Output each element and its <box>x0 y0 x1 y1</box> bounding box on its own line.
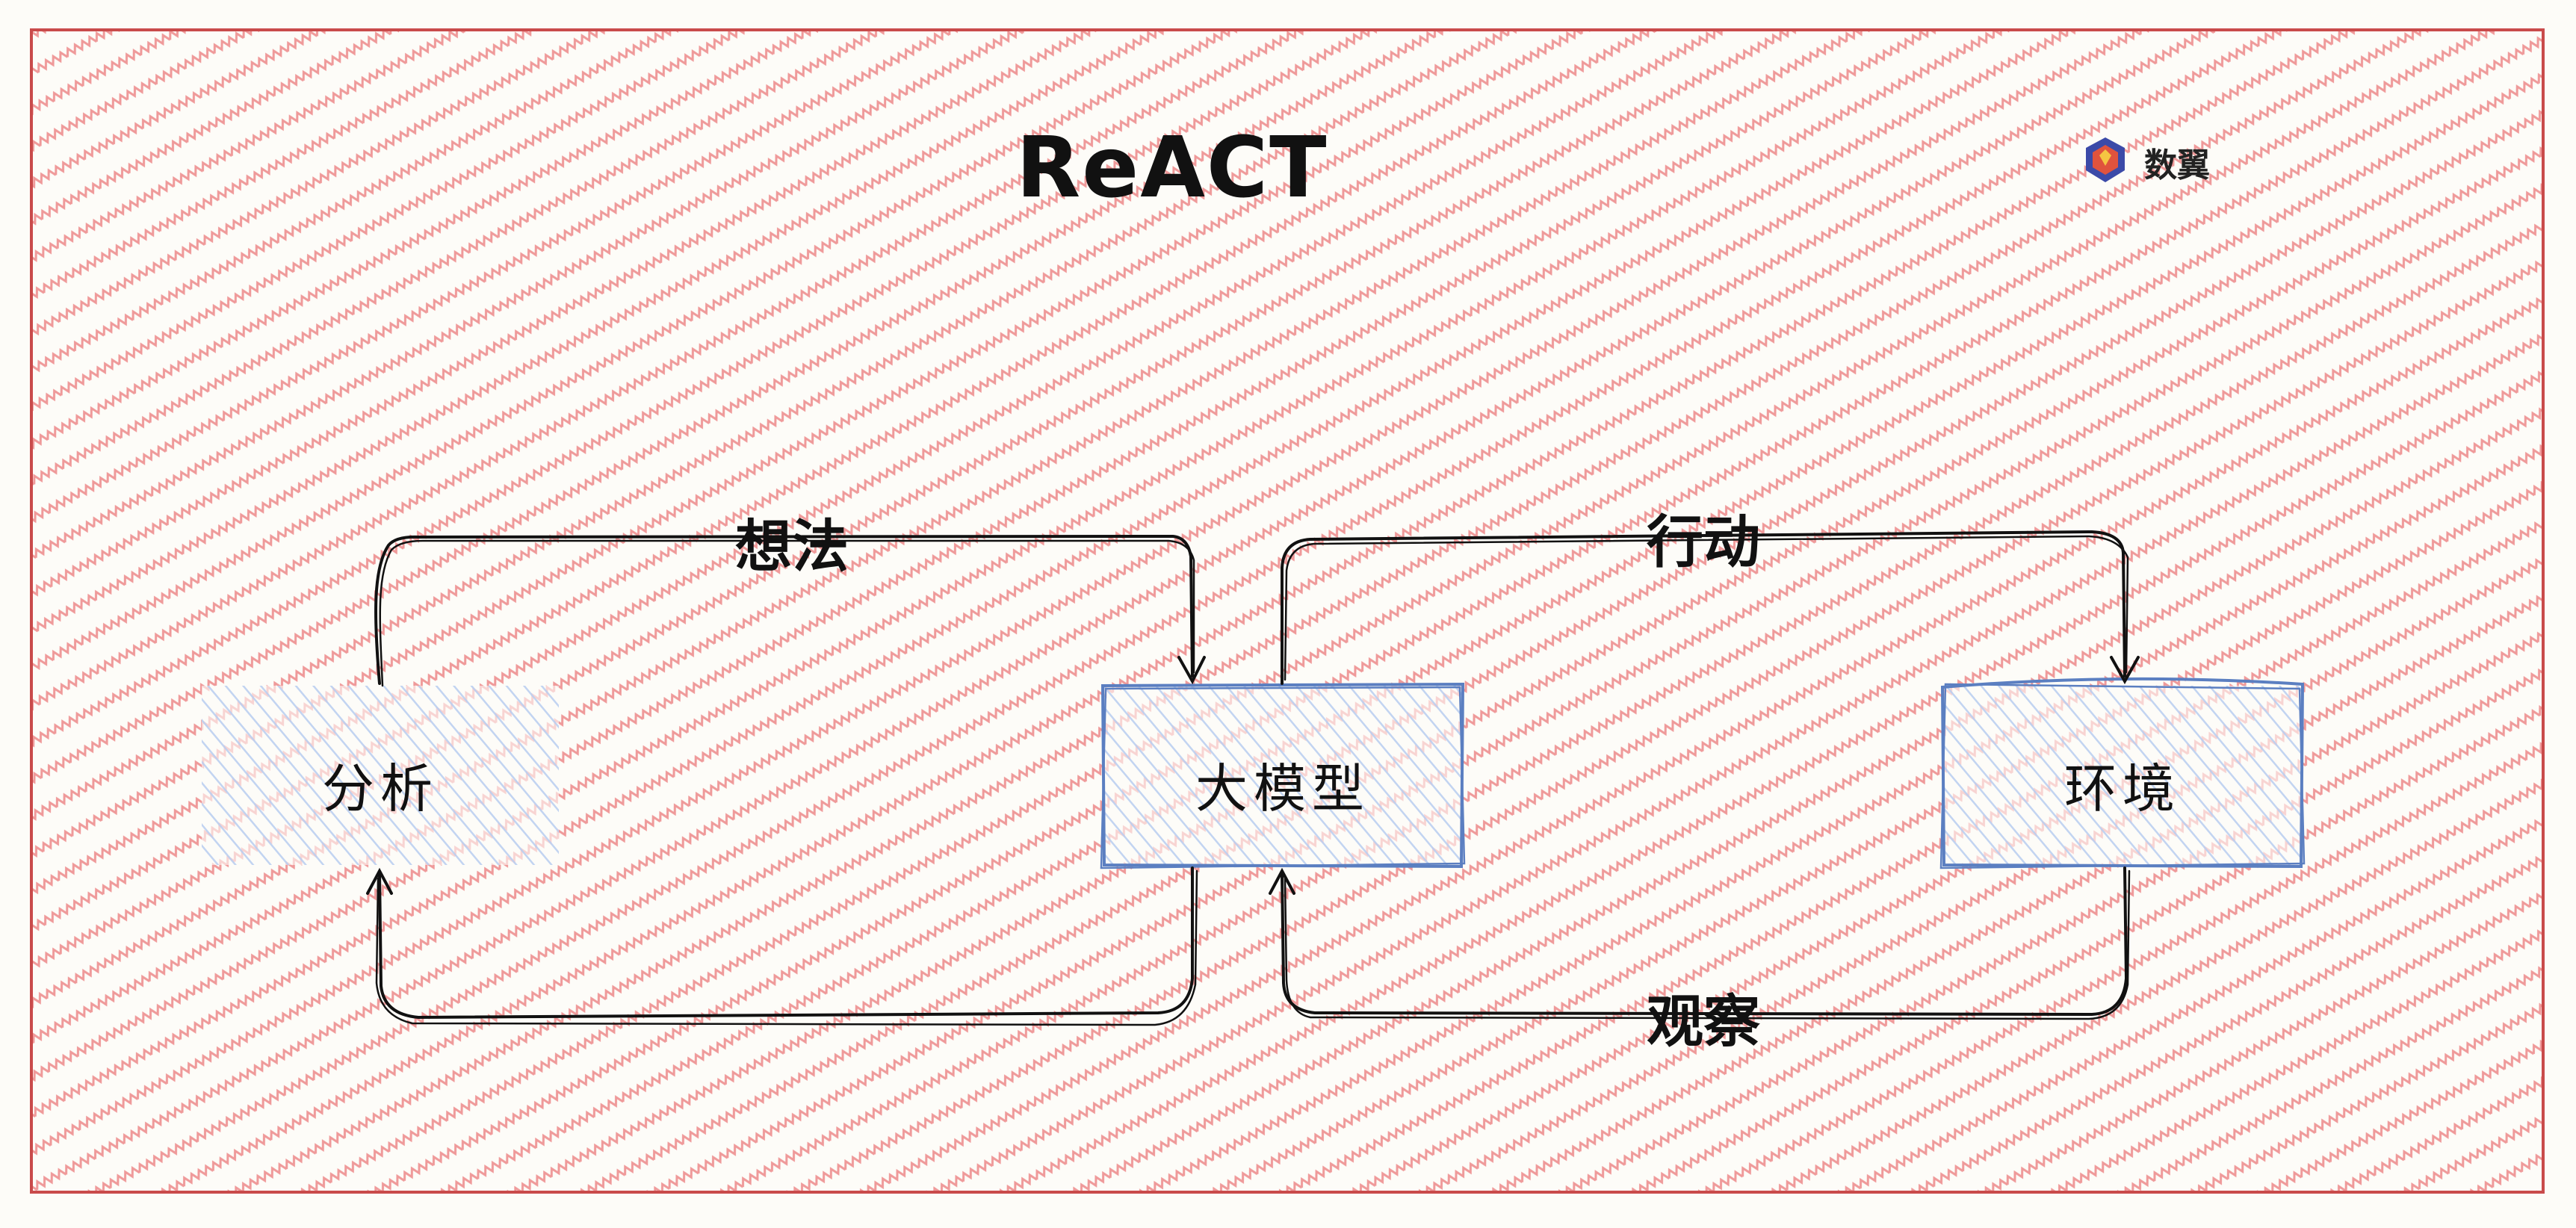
edge-action-label: 行动 <box>1647 509 1760 575</box>
diagram-title: ReACT <box>1016 120 1328 217</box>
edge-observation-label: 观察 <box>1647 988 1760 1055</box>
node-environment-label: 环境 <box>2064 758 2181 819</box>
brand-label: 数翼 <box>2144 146 2210 184</box>
brand-logo-spacer <box>2084 139 2131 185</box>
node-llm-label: 大模型 <box>1195 758 1370 819</box>
edge-thought-label: 想法 <box>735 513 849 580</box>
node-analysis-label: 分析 <box>322 758 439 819</box>
brand: 数翼 <box>2084 136 2210 188</box>
